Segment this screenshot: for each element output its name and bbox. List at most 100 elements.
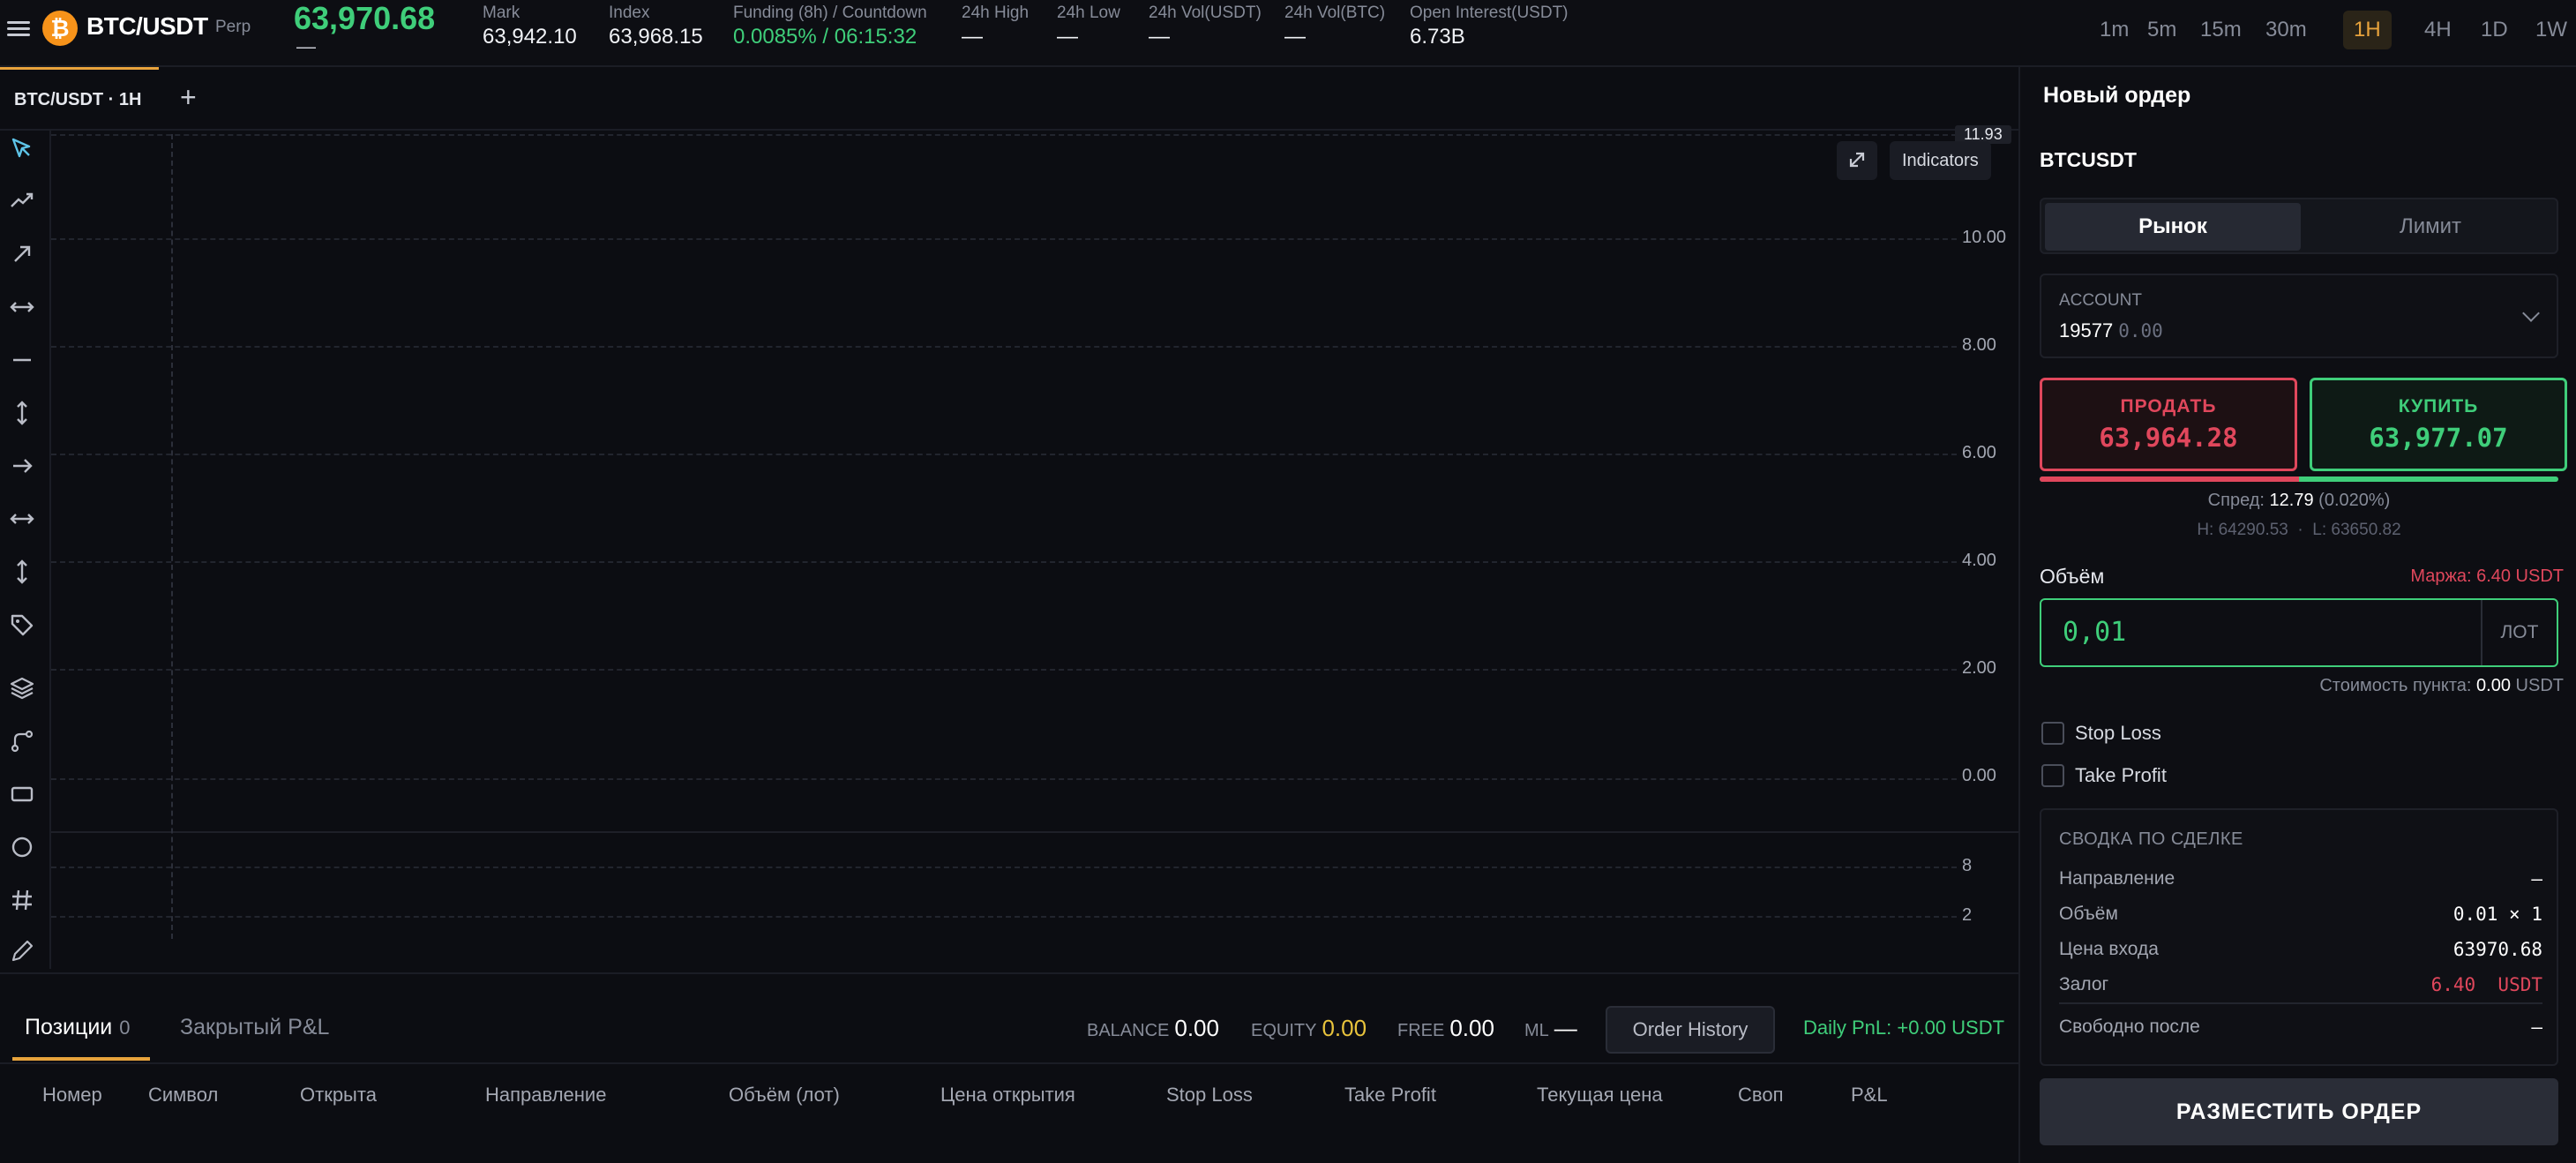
buy-label: КУПИТЬ: [2398, 396, 2479, 416]
sell-button[interactable]: ПРОДАТЬ 63,964.28: [2040, 378, 2297, 471]
buy-button[interactable]: КУПИТЬ 63,977.07: [2310, 378, 2567, 471]
pencil-icon[interactable]: [8, 937, 36, 965]
last-price: 63,970.68: [294, 0, 436, 36]
stat-value: —: [1284, 25, 1306, 49]
ml-value: —: [1554, 1015, 1577, 1041]
sell-buy-ratio-bar: [2040, 476, 2558, 482]
timeframe-1w[interactable]: 1W: [2525, 11, 2576, 49]
timeframe-1d[interactable]: 1D: [2470, 11, 2519, 49]
gridline: [51, 916, 1957, 918]
gridline: [51, 238, 1957, 240]
spread-value: 12.79: [2269, 491, 2314, 510]
stop-loss-label[interactable]: Stop Loss: [2075, 722, 2161, 745]
vertical-line-icon[interactable]: [8, 399, 36, 427]
summary-title: СВОДКА ПО СДЕЛКЕ: [2059, 829, 2243, 849]
grid-icon[interactable]: [8, 886, 36, 914]
stat-24h-high: 24h High —: [962, 4, 1029, 49]
chevron-down-icon: [2522, 304, 2540, 322]
circle-icon[interactable]: [8, 833, 36, 861]
column-header[interactable]: Stop Loss: [1166, 1084, 1253, 1107]
y-tick: 2.00: [1962, 658, 1996, 678]
active-tab-indicator: [12, 1057, 150, 1061]
account-select[interactable]: ACCOUNT 19577 0.00: [2040, 274, 2558, 358]
layers-icon[interactable]: [8, 674, 36, 702]
column-header[interactable]: Номер: [42, 1084, 102, 1107]
column-header[interactable]: Своп: [1738, 1084, 1783, 1107]
column-header[interactable]: Направление: [485, 1084, 606, 1107]
trend-line-icon[interactable]: [8, 187, 36, 215]
timeframe-4h[interactable]: 4H: [2414, 11, 2462, 49]
rectangle-icon[interactable]: [8, 780, 36, 808]
add-tab-button[interactable]: +: [180, 81, 197, 114]
summary-value: —: [2531, 1017, 2542, 1038]
place-order-button[interactable]: РАЗМЕСТИТЬ ОРДЕР: [2040, 1078, 2558, 1145]
free-value: 0.00: [1449, 1015, 1494, 1041]
horizontal-line-icon[interactable]: [8, 346, 36, 374]
chart-tab-btcusdt-1h[interactable]: BTC/USDT · 1H: [0, 67, 159, 131]
summary-row-volume: Объём 0.01 × 1: [2059, 904, 2542, 925]
sell-label: ПРОДАТЬ: [2120, 396, 2217, 416]
symbol-title[interactable]: BTC/USDT: [86, 12, 208, 41]
summary-label: Объём: [2059, 904, 2118, 924]
expand-icon[interactable]: [1837, 141, 1877, 180]
summary-value: 6.40 USDT: [2430, 974, 2542, 995]
cursor-icon[interactable]: [8, 134, 36, 162]
arrow-right-icon[interactable]: [8, 452, 36, 480]
summary-divider: [2059, 1002, 2542, 1004]
summary-label: Свободно после: [2059, 1017, 2200, 1037]
sell-price: 63,964.28: [2099, 423, 2238, 453]
crosshair-line: [171, 134, 173, 939]
price-tag-icon[interactable]: [8, 611, 36, 639]
account-id: 19577: [2059, 319, 2114, 341]
bitcoin-icon: ₿: [42, 11, 78, 46]
column-header[interactable]: Цена открытия: [940, 1084, 1075, 1107]
ml-label: ML: [1524, 1021, 1549, 1040]
menu-icon[interactable]: [7, 18, 30, 41]
take-profit-checkbox[interactable]: [2041, 764, 2064, 787]
tab-positions-label: Позиции: [25, 1015, 113, 1039]
free-label: FREE: [1397, 1021, 1445, 1040]
indicators-button[interactable]: Indicators: [1890, 141, 1991, 180]
volume-unit[interactable]: ЛОТ: [2481, 600, 2557, 665]
gridline: [51, 346, 1957, 348]
timeframe-15m[interactable]: 15m: [2190, 11, 2252, 49]
point-cost: Стоимость пункта: 0.00 USDT: [2319, 676, 2564, 696]
timeframe-1h[interactable]: 1H: [2343, 11, 2392, 49]
column-header[interactable]: Текущая цена: [1537, 1084, 1663, 1107]
arrow-ray-icon[interactable]: [8, 240, 36, 268]
positions-count: 0: [119, 1017, 131, 1039]
take-profit-label[interactable]: Take Profit: [2075, 764, 2167, 787]
summary-row-collateral: Залог 6.40 USDT: [2059, 974, 2542, 995]
summary-label: Направление: [2059, 868, 2175, 889]
volume-input[interactable]: [2041, 600, 2482, 665]
column-header[interactable]: P&L: [1851, 1084, 1888, 1107]
account-label: ACCOUNT: [2059, 291, 2142, 310]
timeframe-1m[interactable]: 1m: [2089, 11, 2139, 49]
balance-stat: BALANCE 0.00: [1087, 1015, 1219, 1042]
gridline: [51, 454, 1957, 455]
column-header[interactable]: Открыта: [300, 1084, 377, 1107]
stat-label: 24h Vol(USDT): [1149, 4, 1262, 22]
stat-value: 63,942.10: [483, 25, 577, 49]
column-header[interactable]: Объём (лот): [729, 1084, 840, 1107]
equity-label: EQUITY: [1251, 1021, 1317, 1040]
order-type-limit[interactable]: Лимит: [2303, 203, 2558, 251]
stat-open-interest: Open Interest(USDT) 6.73B: [1410, 4, 1569, 49]
stat-value: 0.0085% / 06:15:32: [733, 25, 917, 49]
column-header[interactable]: Символ: [148, 1084, 218, 1107]
timeframe-5m[interactable]: 5m: [2137, 11, 2187, 49]
width-arrow-icon[interactable]: [8, 505, 36, 533]
chart-area[interactable]: 11.93 10.00 8.00 6.00 4.00 2.00 0.00 8 2…: [51, 125, 2018, 986]
horizontal-ray-icon[interactable]: [8, 293, 36, 321]
pane-separator[interactable]: [51, 831, 2018, 833]
column-header[interactable]: Take Profit: [1344, 1084, 1436, 1107]
path-icon[interactable]: [8, 727, 36, 755]
spread-label: Спред:: [2207, 491, 2265, 510]
balance-label: BALANCE: [1087, 1021, 1170, 1040]
timeframe-30m[interactable]: 30m: [2255, 11, 2318, 49]
height-arrow-icon[interactable]: [8, 558, 36, 586]
stop-loss-checkbox[interactable]: [2041, 722, 2064, 745]
order-type-market[interactable]: Рынок: [2045, 203, 2301, 251]
order-history-button[interactable]: Order History: [1606, 1006, 1775, 1054]
stat-label: Open Interest(USDT): [1410, 4, 1569, 22]
